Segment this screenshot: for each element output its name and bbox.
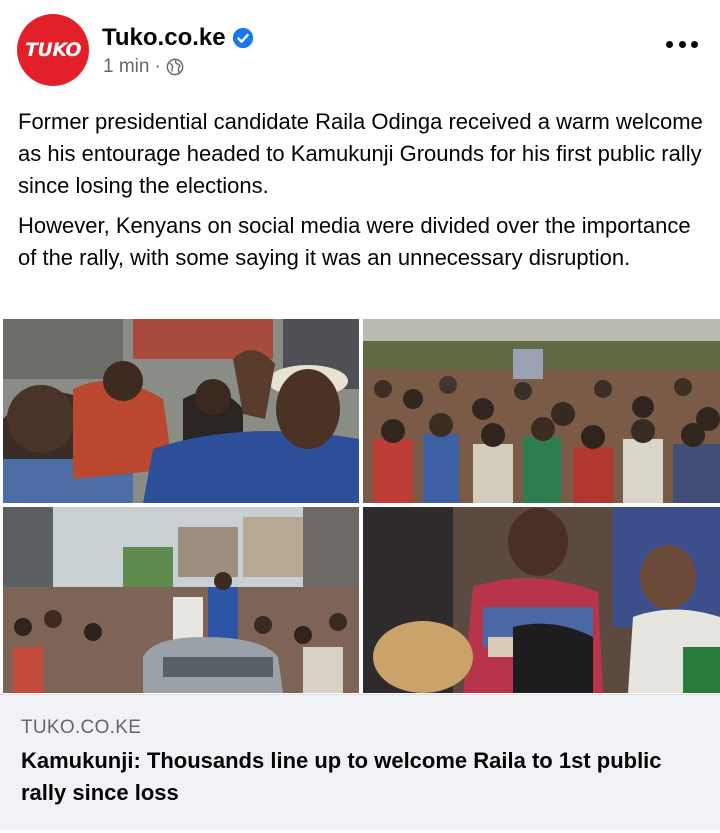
verified-badge-icon <box>232 27 253 49</box>
more-dot <box>678 40 686 48</box>
link-preview[interactable]: TUKO.CO.KE Kamukunji: Thousands line up … <box>0 694 720 830</box>
avatar-logo-text: TUKO <box>24 39 82 61</box>
meta-separator: · <box>154 56 161 77</box>
photo-crowd[interactable] <box>363 319 720 503</box>
photo-grid <box>0 319 720 693</box>
post-meta: 1 min · <box>103 56 184 78</box>
more-dot <box>666 40 673 48</box>
more-options-icon[interactable] <box>666 34 698 54</box>
page-name[interactable]: Tuko.co.ke <box>102 24 226 52</box>
photo-raila-waving[interactable] <box>3 319 359 503</box>
more-dot <box>691 40 698 48</box>
post-paragraph-2: However, Kenyans on social media were di… <box>18 213 691 270</box>
photo-woman-in-crowd[interactable] <box>363 507 720 693</box>
post-text: Former presidential candidate Raila Odin… <box>18 106 708 282</box>
photo-street-crowd[interactable] <box>3 507 359 693</box>
post-header: TUKO Tuko.co.ke 1 min · <box>0 0 720 100</box>
post-paragraph-1: Former presidential candidate Raila Odin… <box>18 109 703 198</box>
post-timestamp[interactable]: 1 min <box>103 56 149 78</box>
page-name-row: Tuko.co.ke <box>102 24 254 52</box>
page-avatar[interactable]: TUKO <box>17 14 89 86</box>
link-title[interactable]: Kamukunji: Thousands line up to welcome … <box>21 745 701 809</box>
globe-icon[interactable] <box>166 58 184 76</box>
link-domain: TUKO.CO.KE <box>21 717 142 738</box>
